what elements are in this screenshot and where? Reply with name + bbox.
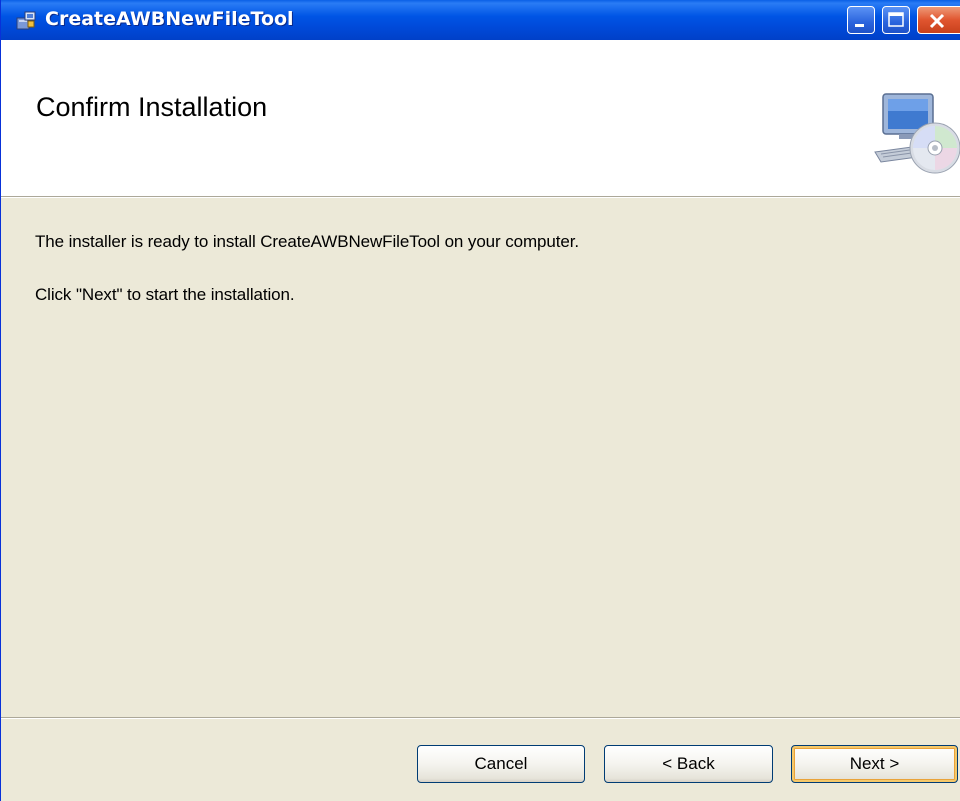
installer-package-icon bbox=[16, 11, 36, 30]
close-icon bbox=[929, 13, 945, 29]
instruction-message: Click "Next" to start the installation. bbox=[35, 285, 295, 304]
footer-separator-highlight bbox=[1, 718, 960, 719]
minimize-icon bbox=[855, 24, 864, 27]
ready-message: The installer is ready to install Create… bbox=[35, 232, 579, 251]
maximize-icon bbox=[888, 12, 904, 27]
window-title: CreateAWBNewFileTool bbox=[45, 8, 294, 30]
maximize-button[interactable] bbox=[882, 6, 910, 34]
computer-with-cd-icon bbox=[874, 93, 960, 174]
installer-window: CreateAWBNewFileTool Confirm Installatio… bbox=[0, 0, 960, 801]
page-title: Confirm Installation bbox=[36, 92, 268, 122]
back-button[interactable]: < Back bbox=[604, 745, 773, 783]
close-button[interactable] bbox=[917, 6, 960, 34]
header-banner: Confirm Installation bbox=[1, 40, 960, 197]
minimize-button[interactable] bbox=[847, 6, 875, 34]
next-button[interactable]: Next > bbox=[791, 745, 958, 783]
cancel-button[interactable]: Cancel bbox=[417, 745, 585, 783]
title-bar[interactable]: CreateAWBNewFileTool bbox=[1, 0, 960, 40]
banner-separator bbox=[1, 197, 960, 198]
